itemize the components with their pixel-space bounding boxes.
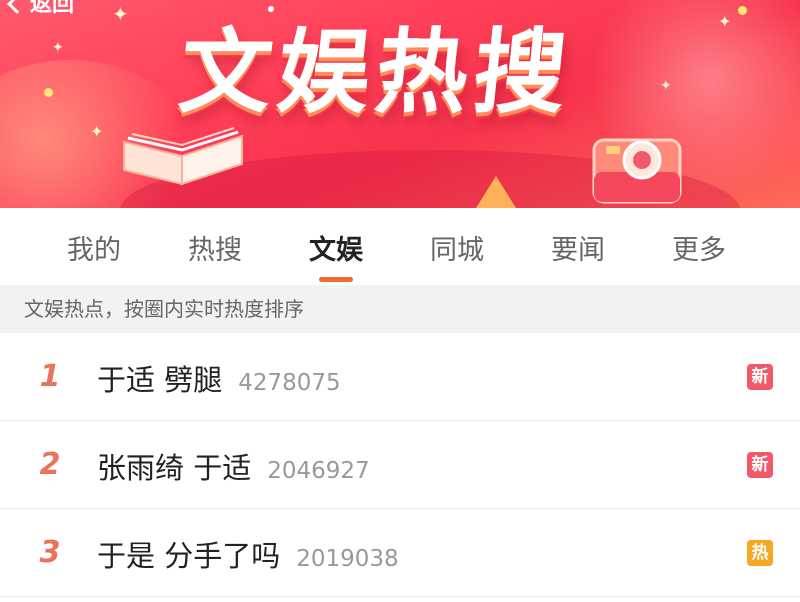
sparkle-icon: ✦	[52, 40, 64, 56]
triangle-decoration	[476, 176, 516, 208]
book-icon	[123, 127, 243, 186]
rank-number: 1	[39, 359, 61, 394]
new-badge: 新	[747, 452, 773, 478]
heat-count: 2046927	[267, 458, 370, 484]
section-description: 文娱热点，按圈内实时热度排序	[0, 285, 800, 333]
tab-more[interactable]: 更多	[654, 228, 744, 267]
list-item[interactable]: 2 张雨绮 于适 2046927 新	[0, 421, 800, 509]
sparkle-icon: ✦	[90, 122, 104, 141]
topic-title: 于是 分手了吗	[97, 539, 281, 573]
tab-hot-search[interactable]: 热搜	[170, 228, 260, 267]
sparkle-icon: ✦	[660, 78, 672, 94]
heat-count: 4278075	[238, 370, 341, 396]
dot-decoration	[738, 6, 747, 15]
topic-title: 张雨绮 于适	[97, 451, 252, 485]
heat-count: 2019038	[296, 546, 399, 572]
topic-title: 于适 劈腿	[97, 363, 223, 397]
trending-list: 1 于适 劈腿 4278075 新 2 张雨绮 于适 2046927 新 3 于…	[0, 333, 800, 597]
dot-decoration	[44, 88, 53, 97]
tab-mine[interactable]: 我的	[49, 228, 139, 267]
tab-news[interactable]: 要闻	[533, 228, 623, 267]
hot-badge: 热	[747, 540, 773, 566]
back-button[interactable]: 返回	[7, 0, 75, 18]
topic-line: 于是 分手了吗 2019038	[97, 533, 399, 575]
back-label: 返回	[30, 0, 75, 17]
list-item[interactable]: 3 于是 分手了吗 2019038 热	[0, 509, 800, 597]
rank-number: 3	[39, 535, 61, 570]
tab-entertainment[interactable]: 文娱	[291, 228, 381, 267]
tab-bar: 我的 热搜 文娱 同城 要闻 更多	[0, 208, 800, 285]
tab-local[interactable]: 同城	[412, 228, 502, 267]
header-banner: 返回 ✦ ✦ ✦ ✦ ✦ 文娱热搜	[0, 0, 800, 208]
topic-line: 于适 劈腿 4278075	[97, 357, 341, 399]
dot-decoration	[268, 6, 274, 12]
topic-line: 张雨绮 于适 2046927	[97, 445, 370, 487]
sparkle-icon: ✦	[718, 12, 732, 31]
list-item[interactable]: 1 于适 劈腿 4278075 新	[0, 333, 800, 421]
sparkle-icon: ✦	[112, 2, 129, 26]
rank-number: 2	[39, 447, 61, 482]
tab-indicator	[319, 277, 353, 282]
camera-icon	[592, 138, 682, 204]
new-badge: 新	[747, 364, 773, 390]
chevron-left-icon	[7, 0, 27, 14]
